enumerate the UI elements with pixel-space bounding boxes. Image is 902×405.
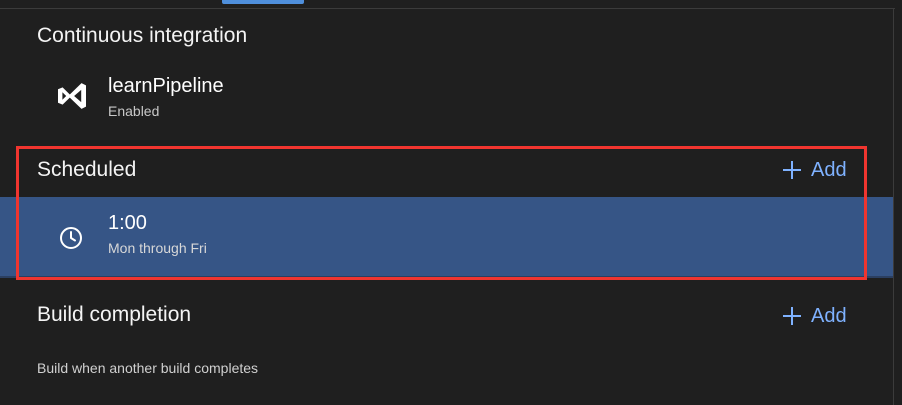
add-build-completion-trigger-button[interactable]: Add xyxy=(783,304,847,328)
pipeline-item-learnpipeline[interactable]: learnPipeline Enabled xyxy=(0,68,893,124)
plus-icon xyxy=(783,307,801,325)
add-scheduled-label: Add xyxy=(811,159,847,181)
schedule-row-separator xyxy=(0,276,893,278)
schedule-days: Mon through Fri xyxy=(108,240,207,256)
plus-icon xyxy=(783,161,801,179)
build-completion-title: Build completion xyxy=(37,303,192,326)
schedule-time: 1:00 xyxy=(108,212,147,234)
scheduled-trigger-item[interactable]: 1:00 Mon through Fri xyxy=(0,197,893,278)
visual-studio-icon xyxy=(58,83,86,109)
top-divider xyxy=(0,8,895,9)
trigger-settings-panel: Continuous integration learnPipeline Ena… xyxy=(0,0,902,405)
clock-icon xyxy=(60,227,82,249)
scheduled-title: Scheduled xyxy=(37,158,137,181)
build-completion-description: Build when another build completes xyxy=(37,360,259,376)
pipeline-name: learnPipeline xyxy=(108,75,224,97)
continuous-integration-title: Continuous integration xyxy=(37,24,248,47)
right-panel-border xyxy=(893,8,894,405)
active-tab-indicator xyxy=(222,0,304,4)
add-build-completion-label: Add xyxy=(811,305,847,327)
add-scheduled-trigger-button[interactable]: Add xyxy=(783,158,847,182)
pipeline-status: Enabled xyxy=(108,103,160,119)
